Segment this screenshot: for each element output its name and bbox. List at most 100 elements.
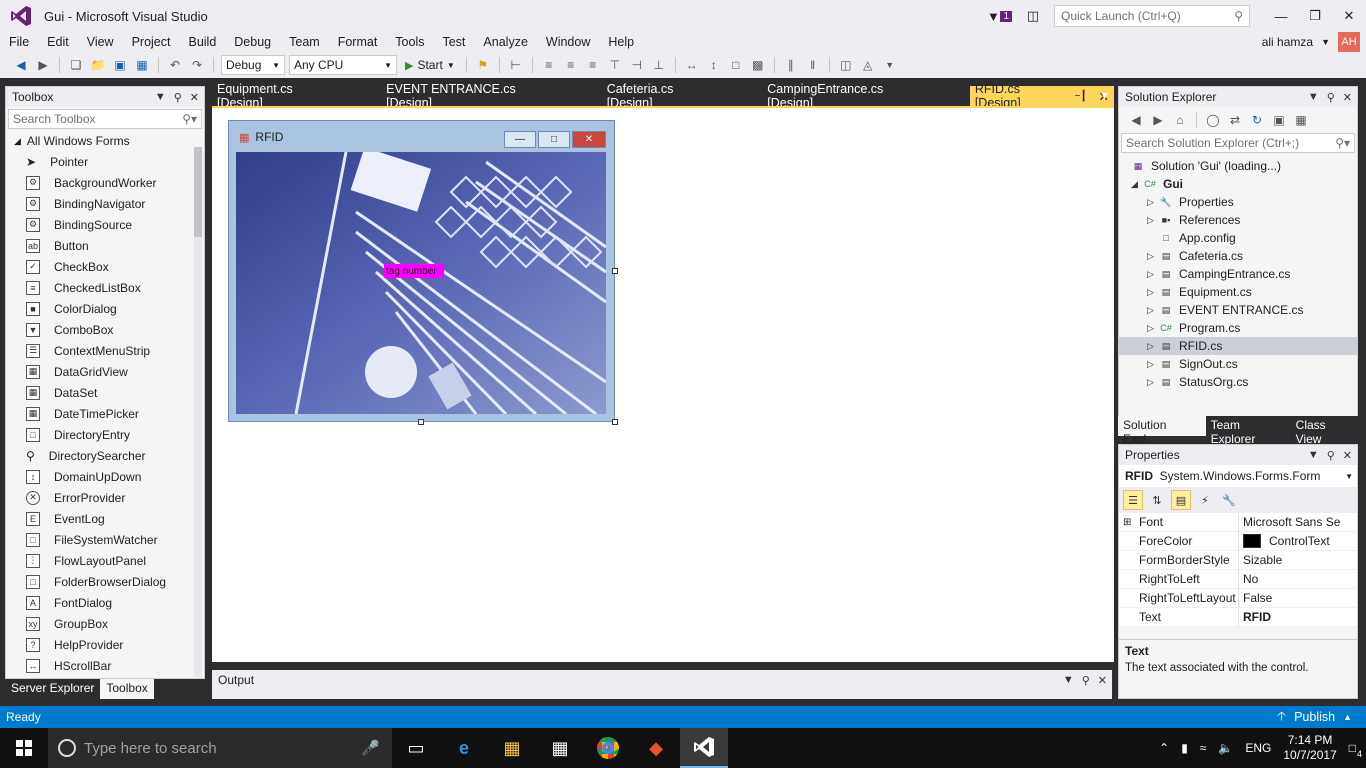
toolbox-item-button[interactable]: ab Button: [6, 235, 204, 256]
tab-class-view[interactable]: Class View: [1290, 416, 1358, 446]
form-close-button[interactable]: ✕: [572, 131, 606, 148]
tab-server-explorer[interactable]: Server Explorer: [5, 679, 100, 699]
make-same-height-icon[interactable]: ↕: [705, 56, 723, 74]
scrollbar-thumb[interactable]: [194, 147, 202, 237]
menu-file[interactable]: File: [0, 35, 38, 49]
toolbox-item-directorysearcher[interactable]: ⚲ DirectorySearcher: [6, 445, 204, 466]
align-lefts-icon[interactable]: ≡: [540, 56, 558, 74]
close-icon[interactable]: ✕: [1098, 674, 1107, 687]
collapsed-arrow-icon[interactable]: ▷: [1147, 197, 1159, 208]
collapsed-arrow-icon[interactable]: ▷: [1147, 251, 1159, 262]
toolbox-item-dataset[interactable]: ▦ DataSet: [6, 382, 204, 403]
publish-button[interactable]: 🡡 Publish ▲: [1277, 707, 1352, 728]
edge-browser-icon[interactable]: e: [440, 728, 488, 768]
collapsed-arrow-icon[interactable]: ▷: [1147, 377, 1159, 388]
close-icon[interactable]: ✕: [1343, 91, 1352, 104]
events-icon[interactable]: ⚡: [1195, 490, 1215, 510]
back-icon[interactable]: ◀: [12, 56, 30, 74]
categorized-icon[interactable]: ☰: [1123, 490, 1143, 510]
chevron-down-icon[interactable]: ▼: [1308, 449, 1319, 462]
expanded-arrow-icon[interactable]: ◢: [1131, 179, 1143, 190]
toolbox-item-hscrollbar[interactable]: ↔ HScrollBar: [6, 655, 204, 676]
toolbox-item-datagridview[interactable]: ▦ DataGridView: [6, 361, 204, 382]
menu-format[interactable]: Format: [329, 35, 387, 49]
browser-link-icon[interactable]: ⚑: [474, 56, 492, 74]
toolbox-item-domainupdown[interactable]: ↕ DomainUpDown: [6, 466, 204, 487]
task-view-icon[interactable]: ▭: [392, 728, 440, 768]
minimize-button[interactable]: —: [1264, 0, 1298, 32]
toolbox-item-checkedlistbox[interactable]: ≡ CheckedListBox: [6, 277, 204, 298]
redo-icon[interactable]: ↷: [188, 56, 206, 74]
toolbox-group-all-windows-forms[interactable]: ◢ All Windows Forms: [6, 131, 204, 151]
property-row-text[interactable]: Text RFID: [1119, 607, 1357, 627]
visual-studio-taskbar-icon[interactable]: [680, 728, 728, 768]
save-icon[interactable]: ▣: [111, 56, 129, 74]
chevron-down-icon[interactable]: ▼: [1308, 91, 1319, 104]
tree-item-references[interactable]: ▷ ■▪ References: [1119, 211, 1357, 229]
menu-analyze[interactable]: Analyze: [474, 35, 536, 49]
align-centers-icon[interactable]: ≡: [562, 56, 580, 74]
tree-item-equipment[interactable]: ▷ ▤ Equipment.cs: [1119, 283, 1357, 301]
rfid-form[interactable]: ▦ RFID — □ ✕ tag number: [228, 120, 615, 422]
quick-launch-input[interactable]: Quick Launch (Ctrl+Q) ⚲: [1054, 5, 1250, 27]
pin-icon[interactable]: −┃: [1075, 91, 1087, 102]
collapsed-arrow-icon[interactable]: ▷: [1147, 287, 1159, 298]
toolbox-item-groupbox[interactable]: xy GroupBox: [6, 613, 204, 634]
toolbox-item-errorprovider[interactable]: ✕ ErrorProvider: [6, 487, 204, 508]
properties-scrollbar[interactable]: [1345, 517, 1355, 635]
tree-item-event-entrance[interactable]: ▷ ▤ EVENT ENTRANCE.cs: [1119, 301, 1357, 319]
property-row-forecolor[interactable]: ForeColor ControlText: [1119, 531, 1357, 551]
forward-icon[interactable]: ▶: [1149, 111, 1167, 129]
expand-plus-icon[interactable]: ⊞: [1123, 517, 1131, 528]
collapsed-arrow-icon[interactable]: ▷: [1147, 215, 1159, 226]
home-icon[interactable]: ⌂: [1171, 111, 1189, 129]
pin-icon[interactable]: ⚲: [1082, 674, 1090, 687]
toolbox-item-helpprovider[interactable]: ? HelpProvider: [6, 634, 204, 655]
notification-center-icon[interactable]: □ 4: [1349, 741, 1362, 759]
tree-solution-node[interactable]: ▦ Solution 'Gui' (loading...): [1119, 157, 1357, 175]
language-indicator[interactable]: ENG: [1245, 741, 1271, 755]
tree-item-camping-entrance[interactable]: ▷ ▤ CampingEntrance.cs: [1119, 265, 1357, 283]
resize-handle-bottom[interactable]: [418, 419, 424, 425]
menu-edit[interactable]: Edit: [38, 35, 78, 49]
sync-icon[interactable]: ⇄: [1226, 111, 1244, 129]
microphone-icon[interactable]: 🎤: [361, 739, 380, 757]
chevron-down-icon[interactable]: ▼: [155, 91, 166, 104]
form-minimize-button[interactable]: —: [504, 131, 536, 148]
tree-item-app-config[interactable]: □ App.config: [1119, 229, 1357, 247]
forward-icon[interactable]: ▶: [34, 56, 52, 74]
toolbox-search-input[interactable]: Search Toolbox ⚲▾: [8, 109, 202, 129]
user-account[interactable]: ali hamza ▼ AH: [1262, 32, 1360, 52]
toolbox-item-datetimepicker[interactable]: ▦ DateTimePicker: [6, 403, 204, 424]
align-to-grid-icon[interactable]: ⊢: [507, 56, 525, 74]
toolbar-options-icon[interactable]: ▼: [881, 56, 899, 74]
tree-project-node[interactable]: ◢ C# Gui: [1119, 175, 1357, 193]
pending-changes-icon[interactable]: ◯: [1204, 111, 1222, 129]
volume-icon[interactable]: 🔈: [1218, 741, 1233, 755]
solution-explorer-search-input[interactable]: Search Solution Explorer (Ctrl+;) ⚲▾: [1121, 133, 1355, 153]
wifi-icon[interactable]: ≈: [1200, 741, 1207, 755]
tree-item-program[interactable]: ▷ C# Program.cs: [1119, 319, 1357, 337]
collapsed-arrow-icon[interactable]: ▷: [1147, 305, 1159, 316]
pin-icon[interactable]: ⚲: [1327, 91, 1335, 104]
resize-handle-corner[interactable]: [612, 419, 618, 425]
chevron-down-icon[interactable]: ▼: [1063, 674, 1074, 687]
tab-camping-entrance-design[interactable]: CampingEntrance.cs [Design]: [762, 82, 930, 110]
chevron-up-icon[interactable]: ⌃: [1159, 741, 1169, 755]
property-row-righttoleft[interactable]: RightToLeft No: [1119, 569, 1357, 589]
send-to-back-icon[interactable]: ◬: [859, 56, 877, 74]
menu-window[interactable]: Window: [537, 35, 599, 49]
platform-select[interactable]: Any CPU ▼: [289, 55, 397, 75]
tab-toolbox[interactable]: Toolbox: [100, 679, 154, 699]
vertical-spacing-icon[interactable]: ‖: [804, 56, 822, 74]
toolbox-item-colordialog[interactable]: ■ ColorDialog: [6, 298, 204, 319]
toolbox-item-backgroundworker[interactable]: ⚙ BackgroundWorker: [6, 172, 204, 193]
resize-handle-right[interactable]: [612, 268, 618, 274]
tag-number-label[interactable]: tag number: [384, 264, 444, 278]
configuration-select[interactable]: Debug ▼: [221, 55, 285, 75]
taskbar-search-box[interactable]: Type here to search 🎤: [48, 728, 392, 768]
back-icon[interactable]: ◀: [1127, 111, 1145, 129]
bring-to-front-icon[interactable]: ◫: [837, 56, 855, 74]
align-bottoms-icon[interactable]: ⊥: [650, 56, 668, 74]
close-button[interactable]: ✕: [1332, 0, 1366, 32]
